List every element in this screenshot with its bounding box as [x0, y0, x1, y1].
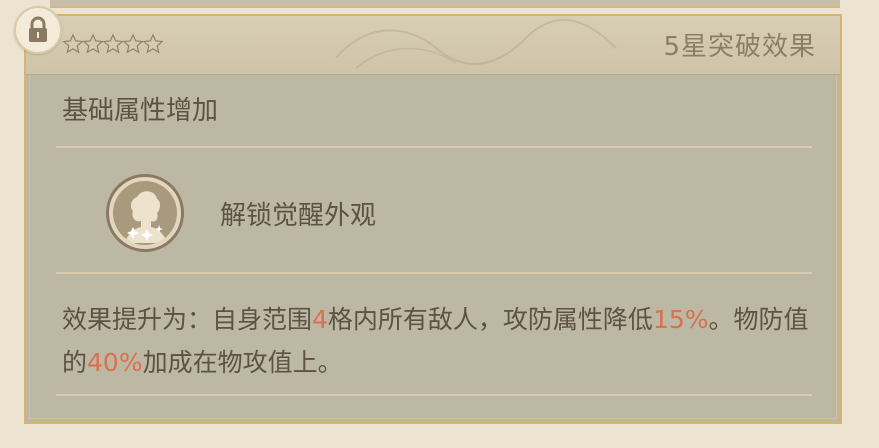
header-ornament-icon — [335, 19, 617, 69]
star-icon — [102, 33, 124, 54]
effect-reduce-value: 15% — [652, 305, 709, 334]
previous-card-edge — [50, 0, 840, 8]
effect-text: 加成在物攻值上。 — [142, 348, 343, 377]
star-icon — [142, 33, 164, 54]
effect-description: 效果提升为：自身范围4格内所有敌人，攻防属性降低15%。物防值的40%加成在物攻… — [62, 298, 822, 384]
section-title: 基础属性增加 — [62, 96, 219, 126]
effect-text: 格内所有敌人，攻防属性降低 — [327, 305, 653, 334]
breakthrough-title: 5星突破效果 — [663, 32, 816, 62]
effect-ratio-value: 40% — [87, 348, 143, 377]
star-icon — [62, 33, 84, 54]
divider — [56, 272, 812, 274]
card-header: 5星突破效果 — [26, 16, 840, 75]
star-icon — [82, 33, 104, 54]
lock-button[interactable] — [14, 6, 62, 54]
star-rating — [62, 30, 164, 58]
divider — [56, 394, 812, 396]
effect-text: 效果提升为：自身范围 — [62, 305, 313, 334]
breakthrough-card: 5星突破效果 基础属性增加 解锁觉醒外观 效果提升为：自身范围4格内所有敌人，攻… — [24, 14, 842, 424]
unlock-appearance-row: 解锁觉醒外观 — [106, 174, 376, 252]
divider — [56, 146, 812, 148]
character-portrait-icon — [106, 174, 184, 252]
star-icon — [122, 33, 144, 54]
effect-range-value: 4 — [312, 305, 328, 334]
silhouette-icon — [125, 191, 167, 243]
lock-icon — [29, 16, 47, 42]
unlock-appearance-label: 解锁觉醒外观 — [220, 200, 377, 231]
